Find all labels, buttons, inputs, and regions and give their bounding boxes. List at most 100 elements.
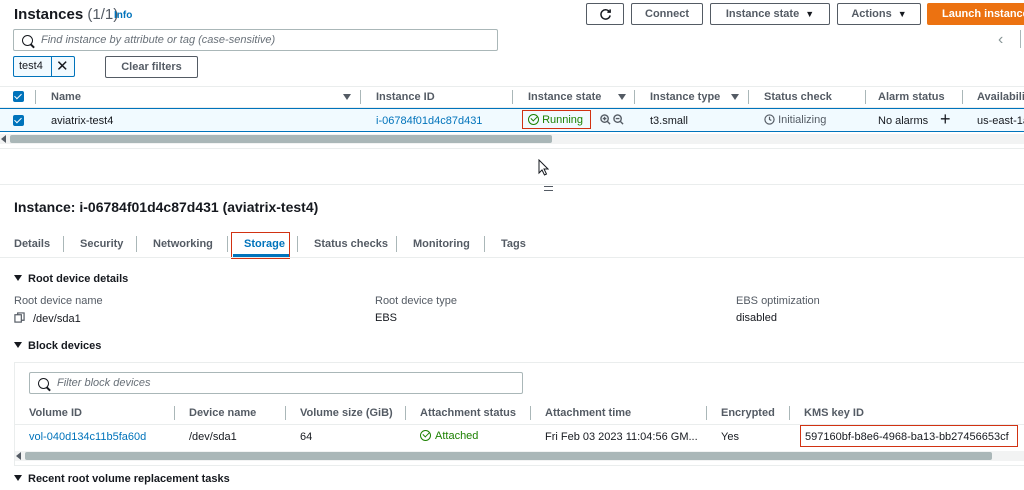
column-divider — [748, 90, 749, 104]
column-kms-key-id[interactable]: KMS key ID — [804, 407, 864, 419]
block-devices-scrollbar[interactable] — [15, 451, 1024, 461]
instances-scrollbar[interactable] — [0, 134, 1024, 144]
add-alarm-icon[interactable]: + — [940, 109, 951, 130]
caret-down-icon: ▼ — [805, 9, 815, 19]
column-divider — [512, 90, 513, 104]
select-all-checkbox[interactable] — [13, 91, 24, 102]
column-volume-size[interactable]: Volume size (GiB) — [300, 407, 393, 419]
instance-type: t3.small — [650, 115, 688, 127]
column-instance-type[interactable]: Instance type — [650, 91, 720, 103]
column-divider — [865, 90, 866, 104]
column-volume-id[interactable]: Volume ID — [29, 407, 82, 419]
resize-handle-icon[interactable] — [544, 186, 553, 191]
tab-divider — [136, 236, 137, 252]
column-alarm-status[interactable]: Alarm status — [878, 91, 945, 103]
column-divider — [530, 406, 531, 420]
column-divider — [789, 406, 790, 420]
device-name: /dev/sda1 — [189, 431, 237, 443]
ebs-optimization-value: disabled — [736, 312, 777, 324]
column-divider — [174, 406, 175, 420]
refresh-button[interactable] — [586, 3, 624, 25]
row-checkbox[interactable] — [13, 115, 24, 126]
details-title: Instance: i-06784f01d4c87d431 (aviatrix-… — [14, 199, 319, 215]
column-device-name[interactable]: Device name — [189, 407, 256, 419]
column-encrypted[interactable]: Encrypted — [721, 407, 775, 419]
tab-divider — [396, 236, 397, 252]
column-availability[interactable]: Availabili — [977, 91, 1024, 103]
volume-size: 64 — [300, 431, 313, 443]
token-divider — [51, 57, 52, 76]
column-attachment-time[interactable]: Attachment time — [545, 407, 631, 419]
cursor-icon — [538, 159, 549, 176]
check-circle-icon — [420, 430, 431, 441]
tab-divider — [63, 236, 64, 252]
filter-token: test4 ✕ — [13, 56, 75, 77]
info-link[interactable]: Info — [114, 10, 132, 21]
status-check: Initializing — [764, 114, 826, 126]
root-device-name-label: Root device name — [14, 295, 103, 307]
column-name[interactable]: Name — [51, 91, 81, 103]
instance-search-input[interactable]: Find instance by attribute or tag (case-… — [13, 29, 498, 51]
kms-key-id: 597160bf-b8e6-4968-ba13-bb27456653cf — [805, 431, 1009, 443]
search-icon — [38, 377, 49, 389]
filter-token-label: test4 — [19, 60, 43, 72]
zoom-out-icon[interactable] — [613, 114, 624, 125]
pagination-prev-icon[interactable]: ‹ — [998, 31, 1003, 49]
column-divider — [962, 90, 963, 104]
tabs-bottom-border — [0, 257, 1024, 258]
root-device-section-title: Root device details — [28, 273, 129, 285]
caret-down-icon — [14, 342, 22, 348]
launch-instances-button[interactable]: Launch instances — [927, 3, 1024, 25]
column-instance-id[interactable]: Instance ID — [376, 91, 435, 103]
tab-networking[interactable]: Networking — [153, 238, 213, 250]
volume-id-link[interactable]: vol-040d134c11b5fa60d — [29, 431, 146, 443]
block-devices-search-placeholder: Filter block devices — [57, 377, 151, 389]
block-devices-search-input[interactable]: Filter block devices — [29, 372, 523, 394]
instance-id-link[interactable]: i-06784f01d4c87d431 — [376, 115, 482, 127]
zoom-in-icon[interactable] — [600, 114, 611, 125]
instance-state-button[interactable]: Instance state ▼ — [710, 3, 830, 25]
tab-status-checks[interactable]: Status checks — [314, 238, 388, 250]
connect-button[interactable]: Connect — [631, 3, 703, 25]
clear-filters-button[interactable]: Clear filters — [105, 56, 198, 78]
replacement-tasks-section-toggle[interactable]: Recent root volume replacement tasks — [14, 473, 230, 485]
column-divider — [360, 90, 361, 104]
copy-icon[interactable] — [14, 312, 25, 323]
scrollbar-thumb[interactable] — [10, 135, 552, 143]
alarm-status: No alarms — [878, 115, 929, 127]
column-divider — [35, 90, 36, 104]
close-icon[interactable]: ✕ — [56, 57, 69, 75]
tab-divider — [227, 236, 228, 252]
actions-button[interactable]: Actions ▼ — [837, 3, 921, 25]
instance-state-label: Instance state — [725, 8, 800, 20]
root-device-name-value: /dev/sda1 — [14, 312, 81, 325]
column-divider — [634, 90, 635, 104]
scrollbar-thumb[interactable] — [25, 452, 992, 460]
instance-search-placeholder: Find instance by attribute or tag (case-… — [41, 34, 276, 46]
attachment-status-label: Attached — [435, 430, 479, 442]
column-status-check[interactable]: Status check — [764, 91, 832, 103]
panel-split-top-border — [0, 148, 1024, 149]
caret-down-icon — [14, 475, 22, 481]
ebs-optimization-label: EBS optimization — [736, 295, 820, 307]
caret-down-icon — [14, 275, 22, 281]
tab-details[interactable]: Details — [14, 238, 50, 250]
scroll-left-icon[interactable] — [1, 135, 6, 143]
tab-monitoring[interactable]: Monitoring — [413, 238, 470, 250]
root-device-section-toggle[interactable]: Root device details — [14, 273, 128, 285]
scroll-left-icon[interactable] — [16, 452, 21, 460]
block-devices-section-toggle[interactable]: Block devices — [14, 340, 101, 352]
attachment-time: Fri Feb 03 2023 11:04:56 GM... — [545, 431, 698, 443]
sort-icon[interactable] — [343, 94, 351, 100]
sort-icon[interactable] — [731, 94, 739, 100]
column-attachment-status[interactable]: Attachment status — [420, 407, 516, 419]
table-row[interactable] — [0, 108, 1024, 132]
tab-tags[interactable]: Tags — [501, 238, 526, 250]
tab-security[interactable]: Security — [80, 238, 123, 250]
column-divider — [405, 406, 406, 420]
clear-filters-label: Clear filters — [121, 61, 182, 73]
sort-icon[interactable] — [618, 94, 626, 100]
instance-state-running: Running — [528, 114, 583, 126]
attachment-status: Attached — [420, 430, 478, 442]
column-instance-state[interactable]: Instance state — [528, 91, 601, 103]
